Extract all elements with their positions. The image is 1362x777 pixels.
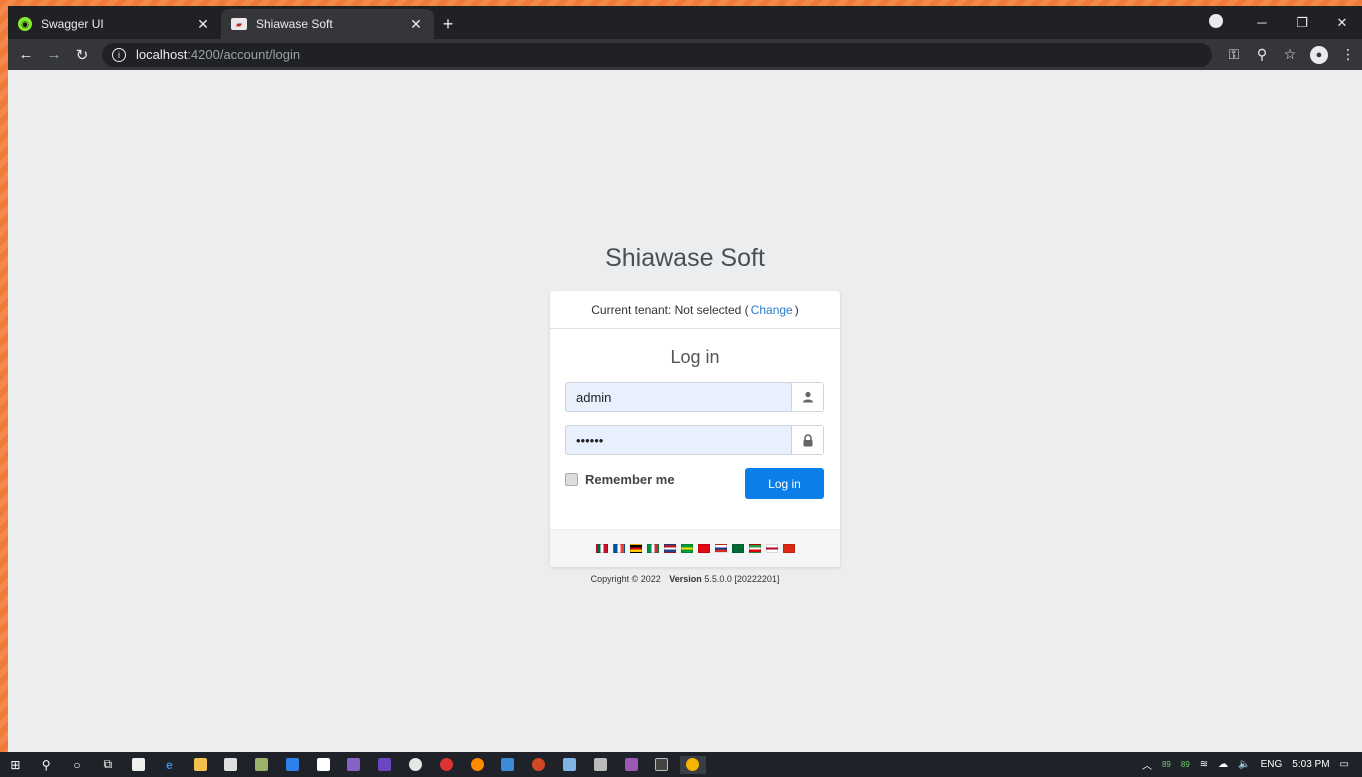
window-controls: ─ ❐ ✕ [1202,6,1362,39]
photos-icon[interactable] [495,756,521,774]
flag-ar-icon[interactable] [731,544,744,553]
taskbar: ⊞ ⚲ ○ ⧉ e ︿ 89 89 ≋ ☁ 🔈 ENG 5:03 PM ▭ [0,752,1362,777]
language-flags [550,529,840,567]
cloud-icon[interactable]: ☁ [1218,759,1228,770]
close-icon[interactable]: ✕ [195,16,211,33]
zoom-icon[interactable]: ⚲ [1248,46,1276,63]
tray-temp1: 89 [1161,760,1171,769]
volume-icon[interactable]: 🔈 [1238,759,1250,770]
login-card: Current tenant: Not selected ( Change ) … [550,291,840,567]
tray-chevron-icon[interactable]: ︿ [1142,757,1152,772]
flag-nl-icon[interactable] [663,544,676,553]
avatar-icon[interactable]: ● [1310,45,1328,64]
flag-ru-icon[interactable] [714,544,727,553]
browser-window: ◉ Swagger UI ✕ ▰ Shiawase Soft ✕ + ─ ❐ ✕… [8,6,1362,752]
edge-icon[interactable]: e [156,756,182,774]
tab-title: Swagger UI [41,17,104,31]
language-indicator[interactable]: ENG [1261,759,1283,770]
chrome-icon[interactable] [679,755,706,774]
flag-de-icon[interactable] [629,544,642,553]
7zip-icon[interactable] [218,756,244,774]
visual-studio-icon[interactable] [618,756,644,774]
forward-icon[interactable]: → [40,46,68,63]
tenant-suffix: ) [794,302,799,317]
tab-strip: ◉ Swagger UI ✕ ▰ Shiawase Soft ✕ + ─ ❐ ✕ [8,6,1362,39]
tab-swagger[interactable]: ◉ Swagger UI ✕ [8,9,221,39]
login-button[interactable]: Log in [745,468,824,499]
store-icon[interactable] [126,756,152,774]
profile-menu-icon[interactable] [1202,14,1242,31]
info-icon[interactable]: i [112,47,126,62]
lock-icon [791,426,823,454]
username-field [565,382,824,412]
menu-icon[interactable]: ⋮ [1334,46,1362,63]
task-view-icon[interactable]: ⧉ [95,756,121,774]
visual-studio-icon[interactable] [341,756,367,774]
notification-icon[interactable]: ▭ [1340,759,1349,770]
copyright-text: Copyright © 2022 [590,574,661,584]
powerpoint-icon[interactable] [526,756,552,774]
app-icon[interactable] [556,756,582,774]
password-input[interactable] [566,426,791,454]
reload-icon[interactable]: ↻ [68,46,96,64]
tenant-text: Current tenant: Not selected ( [591,302,749,317]
url-host: localhost [136,47,188,62]
flag-pt-BR-icon[interactable] [680,544,693,553]
tab-title: Shiawase Soft [256,17,333,31]
user-icon [791,383,823,411]
flag-it-icon[interactable] [646,544,659,553]
tab-shiawase[interactable]: ▰ Shiawase Soft ✕ [221,9,434,39]
remember-checkbox[interactable] [565,473,578,486]
change-tenant-link[interactable]: Change [751,303,793,317]
app-icon[interactable] [403,756,429,774]
terminal-icon[interactable] [649,756,675,774]
new-tab-button[interactable]: + [434,9,462,39]
tray-temp2: 89 [1180,760,1190,769]
key-icon[interactable]: ⚿ [1220,46,1248,63]
footer: Copyright © 2022 Version 5.5.0.0 [202222… [8,574,1362,584]
app-icon[interactable] [587,756,613,774]
page-content: Shiawase Soft Current tenant: Not select… [8,70,1362,752]
windows-start-icon[interactable]: ⊞ [2,756,28,774]
swagger-icon: ◉ [18,17,32,31]
window-close-icon[interactable]: ✕ [1322,15,1362,31]
app-title: Shiawase Soft [605,244,765,272]
remember-me[interactable]: Remember me [565,472,675,487]
close-icon[interactable]: ✕ [408,16,424,33]
password-field [565,425,824,455]
visual-studio-icon[interactable] [310,756,336,774]
star-icon[interactable]: ☆ [1276,46,1304,63]
url-path: :4200/account/login [187,47,301,62]
app-icon: ▰ [231,18,247,30]
app-icon[interactable] [249,756,275,774]
flag-ja-icon[interactable] [765,544,778,553]
firefox-icon[interactable] [464,756,490,774]
cortana-icon[interactable]: ○ [64,756,90,774]
back-icon[interactable]: ← [12,46,40,63]
app-icon[interactable] [433,756,459,774]
login-title: Log in [670,347,720,367]
flag-tr-icon[interactable] [697,544,710,553]
flag-es-MX-icon[interactable] [595,544,608,553]
flag-zh-icon[interactable] [782,544,795,553]
flag-fr-icon[interactable] [612,544,625,553]
address-bar[interactable]: i localhost:4200/account/login [102,42,1212,67]
remember-label: Remember me [585,472,675,487]
browser-toolbar: ← → ↻ i localhost:4200/account/login ⚿ ⚲… [8,39,1362,70]
visual-studio-icon[interactable] [372,756,398,774]
search-icon[interactable]: ⚲ [33,756,59,774]
clock[interactable]: 5:03 PM [1292,759,1329,770]
toolbar-icons: ⚿ ⚲ ☆ ● ⋮ [1220,45,1362,64]
username-input[interactable] [566,383,791,411]
tenant-bar: Current tenant: Not selected ( Change ) [550,291,840,329]
version-label: Version [669,574,702,584]
version-value: 5.5.0.0 [20222201] [704,574,780,584]
restore-icon[interactable]: ❐ [1282,15,1322,31]
wifi-icon[interactable]: ≋ [1200,759,1208,770]
minimize-icon[interactable]: ─ [1242,15,1282,30]
vscode-icon[interactable] [279,756,305,774]
flag-fa-icon[interactable] [748,544,761,553]
file-explorer-icon[interactable] [187,756,213,774]
system-tray: ︿ 89 89 ≋ ☁ 🔈 ENG 5:03 PM ▭ [1137,757,1362,772]
